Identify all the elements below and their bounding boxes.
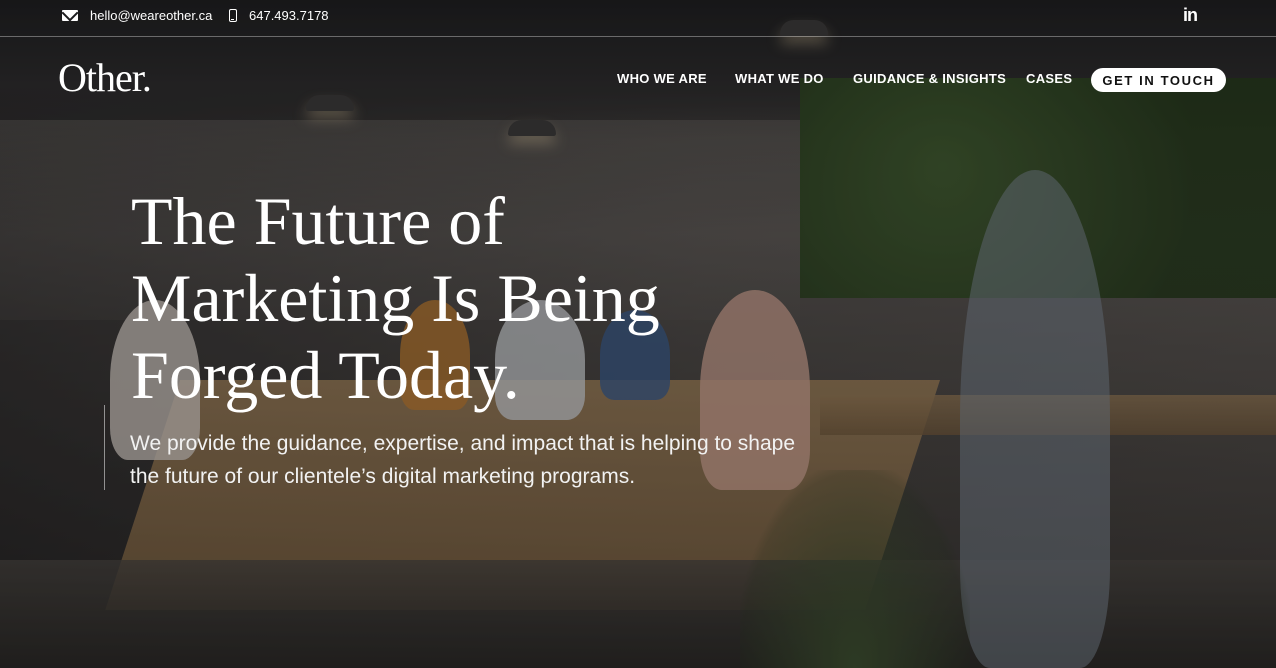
hero-accent-divider	[104, 405, 105, 490]
hero-headline: The Future of Marketing Is Being Forged …	[131, 183, 660, 414]
site-logo[interactable]: Other.	[58, 58, 152, 98]
top-contact-bar: hello@weareother.ca 647.493.7178 in	[0, 0, 1276, 37]
headline-line: Marketing Is Being	[131, 260, 660, 336]
envelope-icon	[62, 10, 78, 21]
hero-subtext: We provide the guidance, expertise, and …	[130, 427, 810, 493]
email-link[interactable]: hello@weareother.ca	[90, 8, 212, 23]
phone-link[interactable]: 647.493.7178	[249, 8, 329, 23]
headline-line: Forged Today.	[131, 337, 520, 413]
subtext-line: the future of our clientele’s digital ma…	[130, 465, 636, 488]
nav-who-we-are[interactable]: WHO WE ARE	[617, 71, 707, 86]
email-contact[interactable]: hello@weareother.ca	[62, 8, 212, 23]
nav-what-we-do[interactable]: WHAT WE DO	[735, 71, 824, 86]
nav-guidance-insights[interactable]: GUIDANCE & INSIGHTS	[853, 71, 1006, 86]
subtext-line: We provide the guidance, expertise, and …	[130, 432, 796, 455]
get-in-touch-button[interactable]: GET IN TOUCH	[1091, 68, 1226, 92]
mobile-phone-icon	[229, 9, 237, 22]
linkedin-icon[interactable]: in	[1183, 5, 1198, 26]
nav-cases[interactable]: CASES	[1026, 71, 1072, 86]
headline-line: The Future of	[131, 183, 505, 259]
phone-contact[interactable]: 647.493.7178	[229, 8, 329, 23]
